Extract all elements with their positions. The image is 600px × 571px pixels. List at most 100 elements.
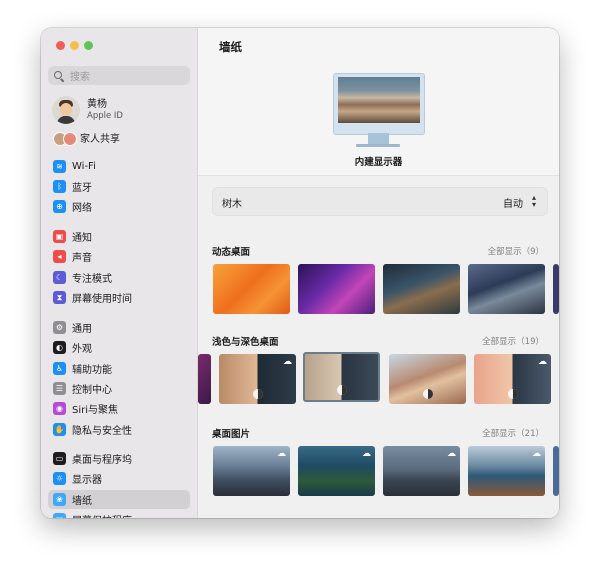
hand-icon: ✋ <box>53 423 66 436</box>
apple-id-profile[interactable]: 黄杨 Apple ID <box>52 96 123 124</box>
sidebar-item-label: 声音 <box>72 253 92 264</box>
sidebar-item-hand[interactable]: ✋ 隐私与安全性 <box>48 420 190 439</box>
wallpaper-thumb[interactable] <box>553 446 559 496</box>
sidebar-item-bluetooth[interactable]: ᛒ 蓝牙 <box>48 177 190 196</box>
wallpaper-thumb[interactable]: ☁ <box>383 446 460 496</box>
wallpaper-thumb[interactable] <box>389 354 466 404</box>
display-preview <box>333 73 425 135</box>
wallpaper-pane: 墙纸 内建显示器 树木 自动 ▴ ▾ 动态桌面 全部显示（9） 浅色与深色桌面 全… <box>198 28 559 518</box>
sidebar-item-label: 屏幕使用时间 <box>72 294 132 305</box>
profile-name: 黄杨 <box>87 98 107 110</box>
wallpaper-thumb[interactable] <box>298 264 375 314</box>
wallpaper-thumb[interactable] <box>213 264 290 314</box>
control-center-icon: ☰ <box>53 382 66 395</box>
avatar <box>52 96 80 124</box>
light-dark-mode-icon <box>336 385 347 395</box>
sidebar-item-label: 控制中心 <box>72 385 112 396</box>
download-cloud-icon: ☁ <box>538 357 547 367</box>
download-cloud-icon: ☁ <box>362 449 371 459</box>
sidebar-item-label: Siri与聚焦 <box>72 405 119 416</box>
monitor-base <box>356 144 400 147</box>
sidebar-item-display[interactable]: ☼ 显示器 <box>48 469 190 488</box>
wallpaper-thumb[interactable] <box>468 264 545 314</box>
sidebar-item-appearance[interactable]: ◐ 外观 <box>48 338 190 357</box>
sidebar-item-label: 专注模式 <box>72 274 112 285</box>
notification-icon: ▣ <box>53 230 66 243</box>
sidebar-item-label: 网络 <box>72 203 92 214</box>
sidebar-item-label: 隐私与安全性 <box>72 426 132 437</box>
sidebar-item-notification[interactable]: ▣ 通知 <box>48 227 190 246</box>
appearance-icon: ◐ <box>53 341 66 354</box>
monitor-stand <box>368 133 389 144</box>
minimize-window-button[interactable] <box>70 41 79 50</box>
hourglass-icon: ⧗ <box>53 291 66 304</box>
download-cloud-icon: ☁ <box>532 449 541 459</box>
wallpaper-thumb[interactable]: ☁ <box>298 446 375 496</box>
sidebar-item-label: 蓝牙 <box>72 183 92 194</box>
chevron-up-down-icon[interactable]: ▴ ▾ <box>532 194 536 209</box>
dock-icon: ▭ <box>53 452 66 465</box>
download-cloud-icon: ☁ <box>277 449 286 459</box>
speaker-icon: ◂ <box>53 250 66 263</box>
wallpaper-thumb[interactable]: ☁ <box>213 446 290 496</box>
sidebar-item-label: 通用 <box>72 324 92 335</box>
search-placeholder: 搜索 <box>70 72 90 83</box>
wallpaper-thumb[interactable] <box>198 354 211 404</box>
sidebar-item-control-center[interactable]: ☰ 控制中心 <box>48 379 190 398</box>
sidebar-item-speaker[interactable]: ◂ 声音 <box>48 247 190 266</box>
sidebar-item-accessibility[interactable]: ♿ 辅助功能 <box>48 359 190 378</box>
sidebar-item-label: 辅助功能 <box>72 365 112 376</box>
show-all-light-dark-button[interactable]: 全部显示（19） <box>482 335 544 347</box>
show-all-dynamic-button[interactable]: 全部显示（9） <box>488 245 544 257</box>
sidebar-item-label: 桌面与程序坞 <box>72 455 132 466</box>
profile-subtitle: Apple ID <box>87 110 123 121</box>
search-field[interactable]: 搜索 <box>48 66 190 85</box>
wallpaper-thumb[interactable]: ☁ <box>474 354 551 404</box>
light-dark-mode-icon <box>252 389 263 399</box>
wallpaper-thumb[interactable]: ☁ <box>219 354 296 404</box>
section-title-pictures: 桌面图片 <box>212 429 251 440</box>
wallpaper-thumb[interactable]: ☁ <box>468 446 545 496</box>
wallpaper-thumb-selected[interactable] <box>303 352 380 402</box>
sidebar-item-label: 通知 <box>72 233 92 244</box>
wallpaper-name: 树木 <box>222 199 242 210</box>
display-icon: ☼ <box>53 472 66 485</box>
wallpaper-selector-row: 树木 自动 ▴ ▾ <box>212 187 548 216</box>
show-all-pictures-button[interactable]: 全部显示（21） <box>482 427 544 439</box>
family-sharing-label: 家人共享 <box>80 134 120 145</box>
sidebar-item-label: 显示器 <box>72 475 102 486</box>
family-avatars-icon <box>52 131 78 146</box>
page-title: 墙纸 <box>219 40 242 54</box>
section-title-dynamic: 动态桌面 <box>212 247 251 258</box>
wallpaper-thumb[interactable] <box>553 264 559 314</box>
gear-icon: ⚙ <box>53 321 66 334</box>
search-icon <box>54 70 64 81</box>
siri-icon: ◉ <box>53 402 66 415</box>
wallpaper-mode-popup[interactable]: 自动 <box>503 195 523 210</box>
screensaver-icon: ▢ <box>53 513 66 518</box>
sidebar-item-moon[interactable]: ☾ 专注模式 <box>48 268 190 287</box>
sidebar-item-hourglass[interactable]: ⧗ 屏幕使用时间 <box>48 288 190 307</box>
sidebar-item-wallpaper[interactable]: ❀ 墙纸 <box>48 490 190 509</box>
sidebar-item-gear[interactable]: ⚙ 通用 <box>48 318 190 337</box>
zoom-window-button[interactable] <box>84 41 93 50</box>
globe-icon: ⊕ <box>53 200 66 213</box>
sidebar-item-screensaver[interactable]: ▢ 屏幕保护程序 <box>48 510 190 518</box>
family-sharing-item[interactable]: 家人共享 <box>52 130 120 146</box>
sidebar-item-dock[interactable]: ▭ 桌面与程序坞 <box>48 449 190 468</box>
settings-window: 搜索 黄杨 Apple ID 家人共享 ≋ Wi-Fi ᛒ 蓝牙 ⊕ 网络 ▣ 通知 ◂ 声音 ☾ 专… <box>41 28 559 518</box>
accessibility-icon: ♿ <box>53 362 66 375</box>
sidebar-item-siri[interactable]: ◉ Siri与聚焦 <box>48 399 190 418</box>
light-dark-mode-icon <box>422 389 433 399</box>
display-name: 内建显示器 <box>354 157 403 168</box>
sidebar-item-wifi[interactable]: ≋ Wi-Fi <box>48 157 190 176</box>
wallpaper-icon: ❀ <box>53 493 66 506</box>
sidebar-item-globe[interactable]: ⊕ 网络 <box>48 197 190 216</box>
light-dark-mode-icon <box>507 389 518 399</box>
wifi-icon: ≋ <box>53 160 66 173</box>
sidebar-item-label: 墙纸 <box>72 496 92 507</box>
wallpaper-preview-image <box>338 77 420 123</box>
close-window-button[interactable] <box>56 41 65 50</box>
wallpaper-thumb[interactable] <box>383 264 460 314</box>
moon-icon: ☾ <box>53 271 66 284</box>
